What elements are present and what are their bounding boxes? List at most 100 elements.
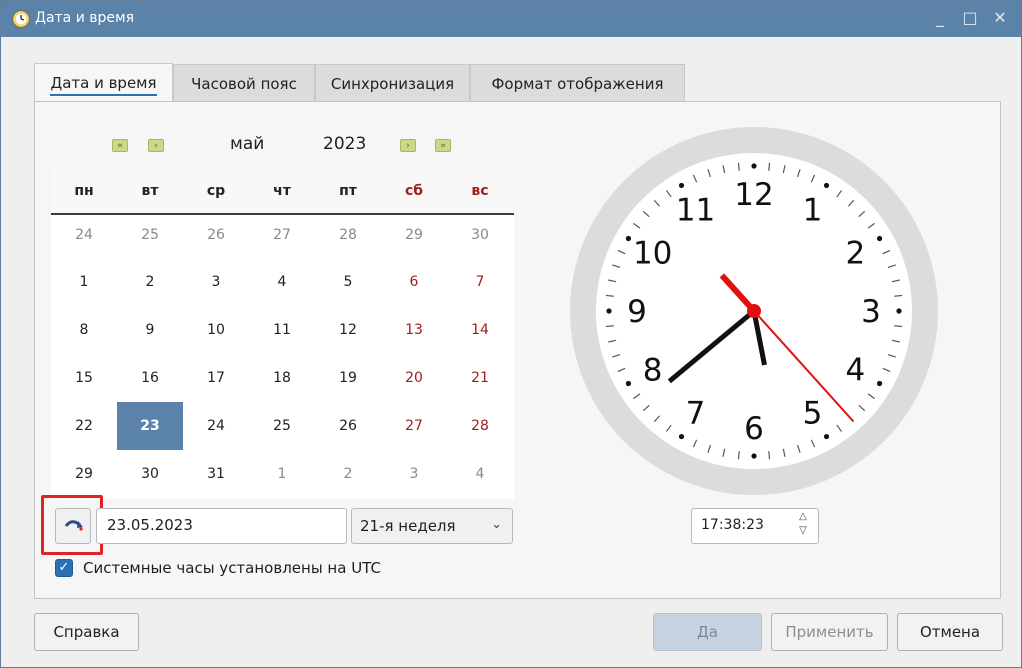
minute-tick — [605, 325, 614, 328]
calendar-day[interactable]: 25 — [117, 211, 183, 259]
week-select-value: 21-я неделя — [360, 517, 456, 535]
calendar-day[interactable]: 17 — [183, 354, 249, 402]
calendar-day[interactable]: 18 — [249, 354, 315, 402]
prev-month-button[interactable]: ‹ — [148, 139, 164, 152]
date-time-window: Дата и время _ □ ✕ Дата и время Часовой … — [0, 0, 1022, 668]
minute-tick — [737, 451, 740, 460]
calendar-day[interactable]: 2 — [117, 258, 183, 306]
calendar-day[interactable]: 20 — [381, 354, 447, 402]
calendar-weekday-header: пн вт ср чт пт сб вс — [51, 166, 514, 215]
calendar-day[interactable]: 21 — [447, 354, 513, 402]
calendar-day[interactable]: 2 — [315, 450, 381, 498]
ok-button[interactable]: Да — [653, 613, 762, 651]
clock-number: 3 — [861, 294, 881, 330]
analog-clock-face: 12 12 3 45 6 78 9 1011 — [570, 127, 938, 495]
calendar-day[interactable]: 9 — [117, 306, 183, 354]
utc-checkbox-label[interactable]: Системные часы установлены на UTC — [83, 559, 381, 577]
highlight-box — [41, 495, 103, 555]
hour-dot — [751, 453, 757, 459]
time-spinner[interactable]: △ ▽ — [794, 510, 812, 540]
spin-down-icon[interactable]: ▽ — [794, 524, 812, 538]
clock-number: 10 — [633, 236, 672, 272]
clock-number: 6 — [744, 411, 764, 447]
calendar-day[interactable]: 26 — [183, 211, 249, 259]
calendar-day[interactable]: 31 — [183, 450, 249, 498]
cancel-button[interactable]: Отмена — [897, 613, 1003, 651]
calendar-day[interactable]: 13 — [381, 306, 447, 354]
clock-number: 4 — [845, 353, 865, 389]
calendar-day[interactable]: 14 — [447, 306, 513, 354]
calendar-day[interactable]: 27 — [249, 211, 315, 259]
calendar-day[interactable]: 5 — [315, 258, 381, 306]
apply-button[interactable]: Применить — [771, 613, 888, 651]
analog-clock: 12 1 2 3 4 5 6 7 8 9 10 11 — [569, 126, 939, 496]
calendar-day[interactable]: 29 — [51, 450, 117, 498]
next-year-button[interactable]: » — [435, 139, 451, 152]
calendar-day[interactable]: 19 — [315, 354, 381, 402]
hour-dot — [678, 433, 685, 440]
month-label[interactable]: май — [230, 134, 264, 154]
calendar-day[interactable]: 30 — [117, 450, 183, 498]
calendar-day[interactable]: 22 — [51, 402, 117, 450]
calendar-day[interactable]: 30 — [447, 211, 513, 259]
calendar-day[interactable]: 1 — [249, 450, 315, 498]
next-month-button[interactable]: › — [400, 139, 416, 152]
window-title: Дата и время — [35, 10, 134, 26]
close-button[interactable]: ✕ — [991, 9, 1009, 27]
calendar-day[interactable]: 16 — [117, 354, 183, 402]
time-field-value: 17:38:23 — [701, 517, 764, 533]
tab-timezone-label: Часовой пояс — [191, 75, 297, 93]
calendar-day[interactable]: 24 — [51, 211, 117, 259]
calendar-day[interactable]: 12 — [315, 306, 381, 354]
help-button[interactable]: Справка — [34, 613, 139, 651]
utc-checkbox[interactable]: ✓ — [55, 559, 73, 577]
date-field-value: 23.05.2023 — [107, 516, 193, 534]
calendar-day[interactable]: 6 — [381, 258, 447, 306]
title-bar[interactable]: Дата и время _ □ ✕ — [1, 1, 1021, 37]
prev-year-button[interactable]: « — [112, 139, 128, 152]
calendar-day[interactable]: 28 — [315, 211, 381, 259]
calendar-day[interactable]: 15 — [51, 354, 117, 402]
calendar-day[interactable]: 25 — [249, 402, 315, 450]
calendar-day[interactable]: 3 — [381, 450, 447, 498]
hour-dot — [751, 163, 757, 169]
hour-dot — [625, 380, 632, 387]
calendar-day[interactable]: 28 — [447, 402, 513, 450]
date-field[interactable]: 23.05.2023 — [96, 508, 347, 544]
calendar-day[interactable]: 1 — [51, 258, 117, 306]
calendar-day[interactable]: 23 — [117, 402, 183, 450]
clock-number: 8 — [643, 353, 663, 389]
calendar-day[interactable]: 3 — [183, 258, 249, 306]
clock-number: 7 — [686, 395, 706, 431]
tab-date-time[interactable]: Дата и время — [34, 63, 173, 103]
tab-display-format[interactable]: Формат отображения — [470, 64, 685, 101]
minute-tick — [894, 294, 903, 297]
calendar-day[interactable]: 8 — [51, 306, 117, 354]
week-select[interactable]: 21-я неделя ⌄ — [351, 508, 513, 544]
tab-sync[interactable]: Синхронизация — [315, 64, 470, 101]
calendar-day[interactable]: 7 — [447, 258, 513, 306]
calendar-day[interactable]: 24 — [183, 402, 249, 450]
tab-date-time-label: Дата и время — [50, 74, 157, 96]
clock-center-pin — [747, 304, 761, 318]
calendar-day[interactable]: 29 — [381, 211, 447, 259]
calendar-day[interactable]: 27 — [381, 402, 447, 450]
clock-number: 5 — [803, 395, 823, 431]
minimize-button[interactable]: _ — [931, 9, 949, 27]
calendar-day[interactable]: 26 — [315, 402, 381, 450]
year-label[interactable]: 2023 — [323, 134, 366, 154]
chevron-down-icon: ⌄ — [491, 517, 502, 532]
tab-sync-label: Синхронизация — [330, 75, 455, 93]
tab-display-format-label: Формат отображения — [491, 75, 664, 93]
clock-number: 11 — [676, 193, 715, 229]
calendar-day[interactable]: 11 — [249, 306, 315, 354]
tab-timezone[interactable]: Часовой пояс — [173, 64, 315, 101]
hour-dot — [876, 235, 883, 242]
spin-up-icon[interactable]: △ — [794, 510, 812, 524]
maximize-button[interactable]: □ — [961, 9, 979, 27]
calendar-day[interactable]: 4 — [447, 450, 513, 498]
calendar-day[interactable]: 10 — [183, 306, 249, 354]
calendar-day[interactable]: 4 — [249, 258, 315, 306]
minute-tick — [605, 294, 614, 297]
clock-number: 1 — [803, 193, 823, 229]
